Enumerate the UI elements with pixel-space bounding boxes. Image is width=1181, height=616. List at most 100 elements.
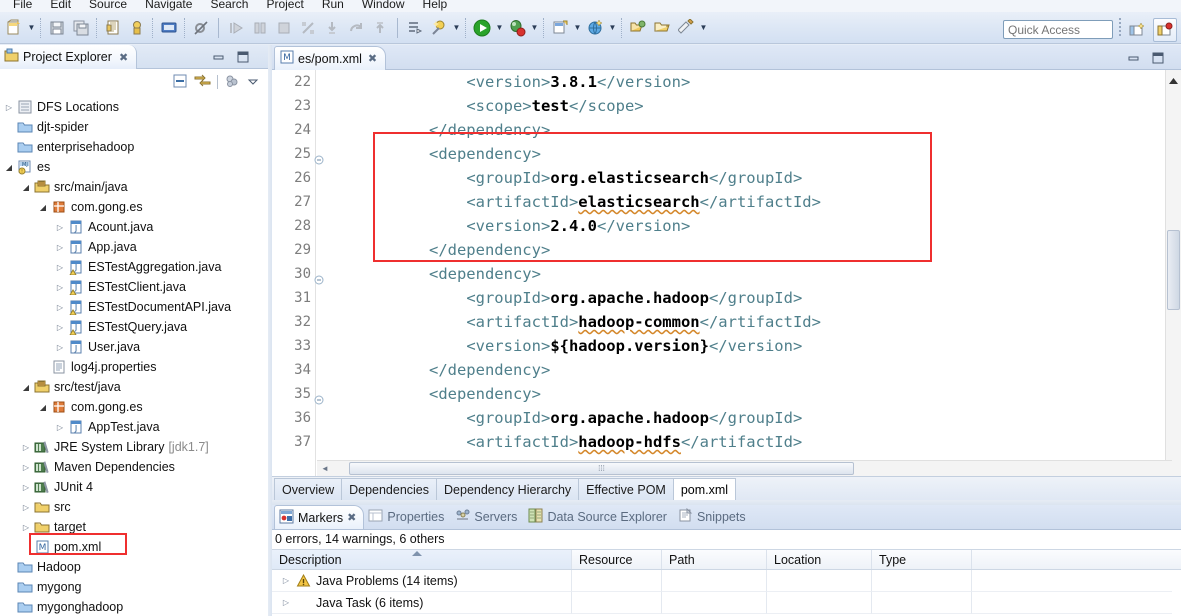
expand-twisty-icon[interactable]: ▷: [53, 317, 67, 337]
code-line[interactable]: <version>2.4.0</version>: [317, 214, 1127, 238]
column-header-location[interactable]: Location: [767, 550, 872, 569]
save-icon[interactable]: [46, 16, 68, 40]
maximize-view-icon[interactable]: [236, 50, 250, 64]
tree-item-acount-java[interactable]: ▷ J Acount.java: [0, 217, 268, 237]
code-line[interactable]: </dependency>: [317, 118, 1127, 142]
minimize-view-icon[interactable]: [212, 50, 226, 64]
tree-item-apptest-java[interactable]: ▷ J AppTest.java: [0, 417, 268, 437]
code-line[interactable]: <version>3.8.1</version>: [317, 70, 1127, 94]
editor-source-code[interactable]: <version>3.8.1</version> <scope>test</sc…: [317, 70, 1127, 476]
code-line[interactable]: </dependency>: [317, 358, 1127, 382]
tree-item-hadoop[interactable]: Hadoop: [0, 557, 268, 577]
tree-item-user-java[interactable]: ▷ J User.java: [0, 337, 268, 357]
close-icon[interactable]: ✖: [119, 51, 128, 64]
maximize-editor-icon[interactable]: [1151, 51, 1165, 65]
expand-twisty-icon[interactable]: ▷: [278, 570, 294, 592]
tab-snippets[interactable]: Snippets: [674, 505, 753, 529]
scrollbar-thumb[interactable]: ⁞⁞⁞: [349, 462, 854, 475]
link-with-editor-icon[interactable]: [194, 73, 211, 92]
menu-item-window[interactable]: Window: [353, 0, 414, 12]
print-icon[interactable]: [102, 16, 124, 40]
project-explorer-tree[interactable]: ▷ DFS Locations djt-spider enterprisehadoop…: [0, 95, 268, 616]
menu-item-file[interactable]: File: [4, 0, 41, 12]
expand-twisty-icon[interactable]: ▷: [53, 417, 67, 437]
column-header-path[interactable]: Path: [662, 550, 767, 569]
editor-page-tab-overview[interactable]: Overview: [274, 478, 343, 500]
table-row[interactable]: ▷ Java Task (6 items): [272, 592, 1181, 614]
menu-item-project[interactable]: Project: [257, 0, 312, 12]
java-ee-perspective-icon[interactable]: [1153, 18, 1177, 42]
suspend-icon[interactable]: [249, 16, 271, 40]
code-line[interactable]: <artifactId>hadoop-common</artifactId>: [317, 310, 1127, 334]
collapse-all-icon[interactable]: [172, 73, 188, 92]
collapse-twisty-icon[interactable]: ◢: [19, 377, 33, 397]
search-dropdown-arrow-icon[interactable]: ▼: [698, 16, 709, 40]
editor-page-tab-dependencies[interactable]: Dependencies: [341, 478, 438, 500]
menu-item-edit[interactable]: Edit: [41, 0, 80, 12]
code-line[interactable]: <version>${hadoop.version}</version>: [317, 334, 1127, 358]
column-header-description[interactable]: Description: [272, 550, 572, 569]
expand-twisty-icon[interactable]: ▷: [53, 217, 67, 237]
tree-item-com-gong-es[interactable]: ◢ com.gong.es: [0, 197, 268, 217]
tree-item-estestquery-java[interactable]: ▷ J ESTestQuery.java: [0, 317, 268, 337]
tree-item-pom-xml[interactable]: Mpom.xml: [0, 537, 268, 557]
expand-twisty-icon[interactable]: ▷: [53, 337, 67, 357]
column-header-blank[interactable]: [972, 550, 1172, 569]
skip-all-breakpoints-icon[interactable]: [190, 16, 212, 40]
markers-table-body[interactable]: ▷ Java Problems (14 items) ▷ Java Task (6 i…: [272, 570, 1181, 614]
open-task-icon[interactable]: [651, 16, 673, 40]
external-tools-icon[interactable]: [428, 16, 450, 40]
editor-vertical-scrollbar[interactable]: [1165, 70, 1181, 476]
code-line[interactable]: </dependency>: [317, 238, 1127, 262]
code-line[interactable]: <artifactId>elasticsearch</artifactId>: [317, 190, 1127, 214]
run-icon[interactable]: [471, 16, 493, 40]
expand-twisty-icon[interactable]: ▷: [19, 517, 33, 537]
collapse-twisty-icon[interactable]: ◢: [2, 157, 16, 177]
tree-item-dfs-locations[interactable]: ▷ DFS Locations: [0, 97, 268, 117]
scrollbar-thumb[interactable]: [1167, 230, 1180, 310]
code-line[interactable]: <groupId>org.apache.hadoop</groupId>: [317, 406, 1127, 430]
tree-item-es[interactable]: ◢ MJ! es: [0, 157, 268, 177]
tree-item-jre-system-library[interactable]: ▷ JRE System Library [jdk1.7]: [0, 437, 268, 457]
code-line[interactable]: <dependency>: [317, 142, 1127, 166]
close-icon[interactable]: ✖: [368, 52, 377, 65]
tree-item-djt-spider[interactable]: djt-spider: [0, 117, 268, 137]
code-line[interactable]: <groupId>org.apache.hadoop</groupId>: [317, 286, 1127, 310]
code-line[interactable]: <scope>test</scope>: [317, 94, 1127, 118]
tree-item-junit-4[interactable]: ▷ JUnit 4: [0, 477, 268, 497]
collapse-twisty-icon[interactable]: ◢: [19, 177, 33, 197]
tree-item-src-main-java[interactable]: ◢ src/main/java: [0, 177, 268, 197]
tab-markers[interactable]: Markers ✖: [274, 505, 365, 529]
scroll-left-icon[interactable]: ◄: [317, 464, 333, 473]
tab-servers[interactable]: Servers: [451, 505, 524, 529]
search-icon[interactable]: [675, 16, 697, 40]
new-package-icon[interactable]: [584, 16, 606, 40]
menu-item-source[interactable]: Source: [80, 0, 136, 12]
step-return-icon[interactable]: [369, 16, 391, 40]
code-line[interactable]: <groupId>org.elasticsearch</groupId>: [317, 166, 1127, 190]
validate-icon[interactable]: [126, 16, 148, 40]
expand-twisty-icon[interactable]: ▷: [53, 237, 67, 257]
tree-item-app-java[interactable]: ▷ J App.java: [0, 237, 268, 257]
scroll-up-icon[interactable]: [1169, 74, 1178, 88]
tab-properties[interactable]: Properties: [364, 505, 451, 529]
collapse-twisty-icon[interactable]: ◢: [36, 397, 50, 417]
new-package-dropdown-arrow-icon[interactable]: ▼: [607, 16, 618, 40]
run-last-tool-icon[interactable]: [404, 16, 426, 40]
expand-twisty-icon[interactable]: ▷: [19, 457, 33, 477]
view-menu-icon[interactable]: [246, 74, 260, 91]
tree-item-estestclient-java[interactable]: ▷ J ESTestClient.java: [0, 277, 268, 297]
open-type-icon[interactable]: [627, 16, 649, 40]
expand-twisty-icon[interactable]: ▷: [53, 297, 67, 317]
new-wizard-icon[interactable]: [3, 16, 25, 40]
new-wizard-dropdown-arrow-icon[interactable]: ▼: [26, 16, 37, 40]
column-header-type[interactable]: Type: [872, 550, 972, 569]
tree-item-log4j-properties[interactable]: log4j.properties: [0, 357, 268, 377]
step-into-icon[interactable]: [321, 16, 343, 40]
tree-item-enterprisehadoop[interactable]: enterprisehadoop: [0, 137, 268, 157]
new-java-project-dropdown-arrow-icon[interactable]: ▼: [572, 16, 583, 40]
menu-item-search[interactable]: Search: [201, 0, 257, 12]
tree-item-src[interactable]: ▷ src: [0, 497, 268, 517]
tree-item-estestdocumentapi-java[interactable]: ▷ J ESTestDocumentAPI.java: [0, 297, 268, 317]
code-line[interactable]: <dependency>: [317, 262, 1127, 286]
